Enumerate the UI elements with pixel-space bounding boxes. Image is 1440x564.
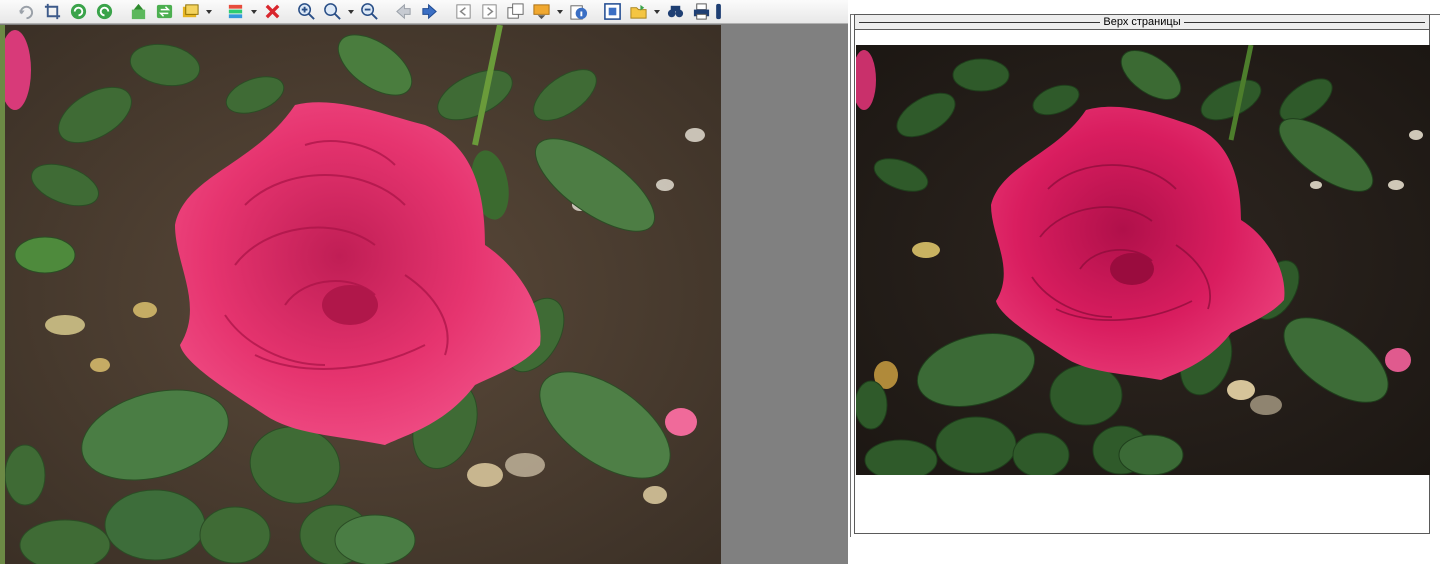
viewer-background bbox=[721, 25, 848, 564]
fit-icon[interactable] bbox=[600, 1, 624, 23]
delete-icon[interactable] bbox=[260, 1, 284, 23]
first-page-icon[interactable] bbox=[451, 1, 475, 23]
copy-icon[interactable] bbox=[503, 1, 527, 23]
previous-icon[interactable] bbox=[391, 1, 415, 23]
info-icon[interactable] bbox=[566, 1, 590, 23]
zoom-dropdown[interactable] bbox=[346, 1, 355, 23]
undo-icon[interactable] bbox=[14, 1, 38, 23]
find-icon[interactable] bbox=[663, 1, 687, 23]
rose-photo-preview bbox=[856, 45, 1430, 475]
crop-icon[interactable] bbox=[40, 1, 64, 23]
next-icon[interactable] bbox=[417, 1, 441, 23]
refresh-icon[interactable] bbox=[152, 1, 176, 23]
zoom-in-icon[interactable] bbox=[294, 1, 318, 23]
open-dropdown[interactable] bbox=[652, 1, 661, 23]
color-dropdown[interactable] bbox=[249, 1, 258, 23]
color-adjust-icon[interactable] bbox=[223, 1, 247, 23]
more-icon[interactable] bbox=[715, 1, 723, 23]
export-dropdown[interactable] bbox=[555, 1, 564, 23]
export-icon[interactable] bbox=[529, 1, 553, 23]
last-page-icon[interactable] bbox=[477, 1, 501, 23]
print-icon[interactable] bbox=[689, 1, 713, 23]
rose-photo bbox=[5, 25, 721, 564]
zoom-out-icon[interactable] bbox=[357, 1, 381, 23]
slideshow-dropdown[interactable] bbox=[204, 1, 213, 23]
toolbar bbox=[0, 0, 848, 24]
rotate-right-icon[interactable] bbox=[92, 1, 116, 23]
slideshow-icon[interactable] bbox=[178, 1, 202, 23]
open-icon[interactable] bbox=[626, 1, 650, 23]
up-folder-icon[interactable] bbox=[126, 1, 150, 23]
rotate-left-icon[interactable] bbox=[66, 1, 90, 23]
page-top-label: Верх страницы bbox=[855, 15, 1429, 30]
zoom-icon[interactable] bbox=[320, 1, 344, 23]
image-viewer bbox=[0, 0, 848, 564]
print-preview: Верх страницы bbox=[848, 0, 1440, 564]
